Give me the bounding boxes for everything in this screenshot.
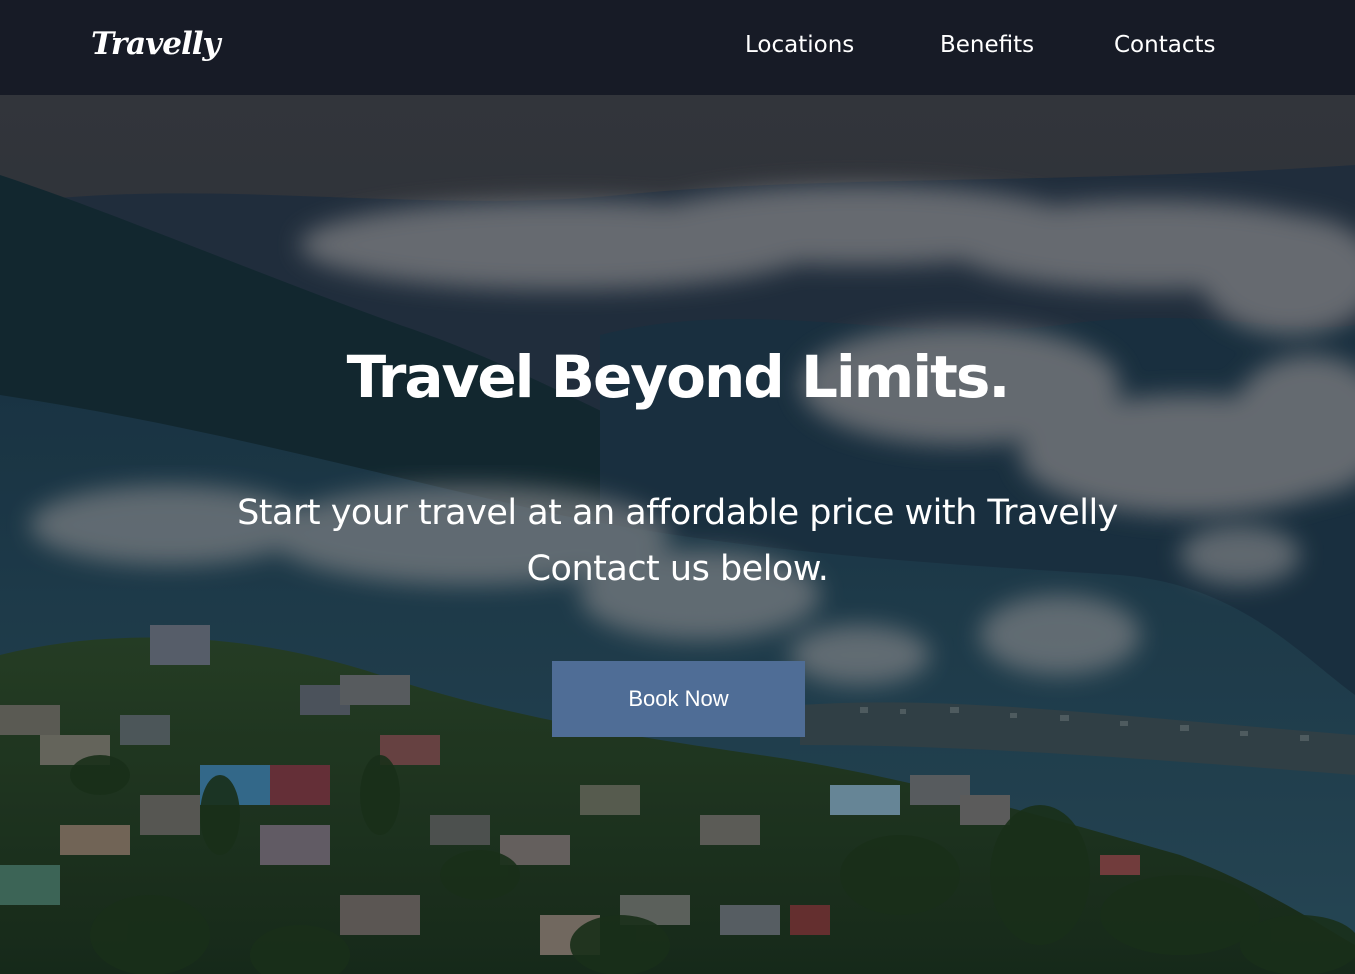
- nav-link-locations[interactable]: Locations: [745, 32, 854, 58]
- nav-link-benefits[interactable]: Benefits: [940, 32, 1034, 58]
- hero-subtitle-line-1: Start your travel at an affordable price…: [237, 493, 1118, 533]
- logo[interactable]: Travelly: [91, 26, 221, 62]
- hero-section: Travel Beyond Limits. Start your travel …: [0, 95, 1355, 974]
- hero-title: Travel Beyond Limits.: [346, 343, 1011, 411]
- hero-content: Travel Beyond Limits. Start your travel …: [0, 95, 1355, 974]
- book-now-button[interactable]: Book Now: [552, 661, 805, 737]
- hero-subtitle-line-2: Contact us below.: [526, 549, 829, 589]
- nav-link-contacts[interactable]: Contacts: [1114, 32, 1215, 58]
- page: Travelly Locations Benefits Contacts Tra…: [0, 0, 1355, 974]
- navbar: Travelly Locations Benefits Contacts: [0, 0, 1355, 95]
